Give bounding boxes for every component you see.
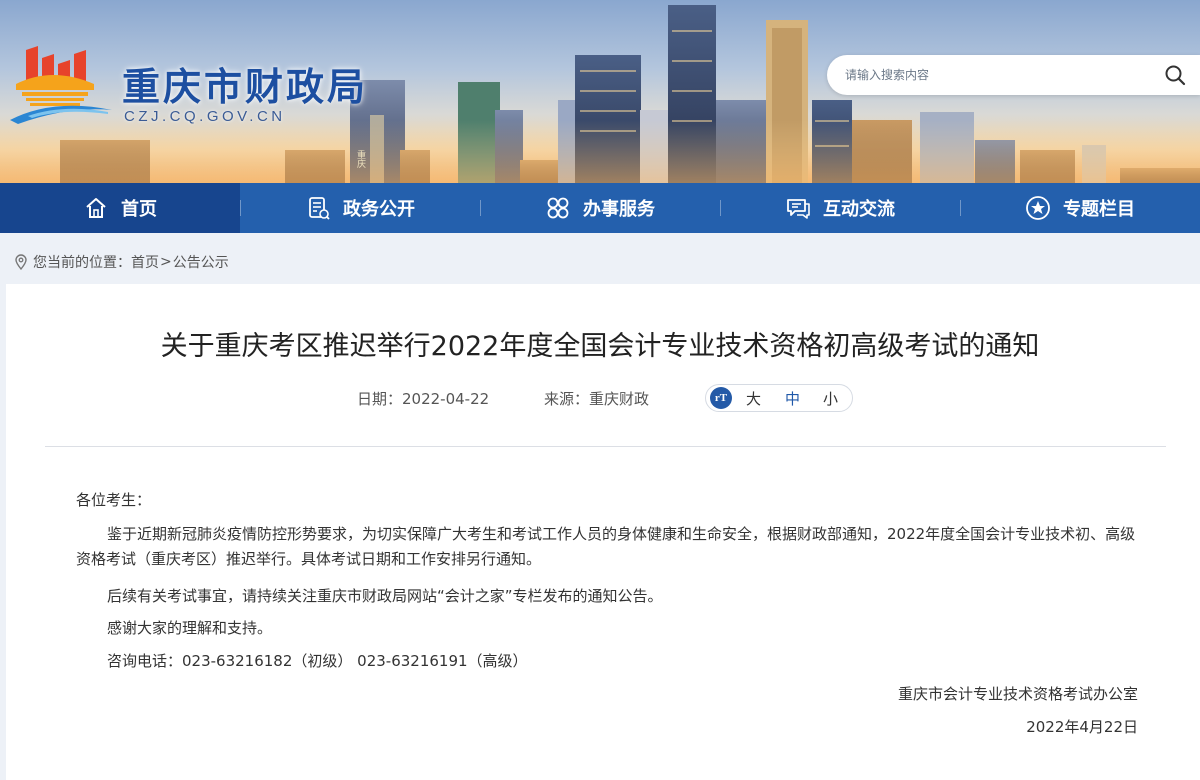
nav-item-home[interactable]: 首页 (0, 183, 240, 233)
font-size-medium-button[interactable]: 中 (785, 388, 800, 409)
svg-text:重庆: 重庆 (355, 149, 366, 169)
main-nav: 首页 政务公开 办事服务 互动交流 专题栏目 (0, 183, 1200, 233)
font-size-small-button[interactable]: 小 (823, 388, 838, 409)
search-box (827, 55, 1200, 95)
article-date: 日期：2022-04-22 (357, 390, 490, 408)
signature: 重庆市会计专业技术资格考试办公室 (897, 685, 1138, 703)
paragraph: 后续有关考试事宜，请持续关注重庆市财政局网站“会计之家”专栏发布的通知公告。 (107, 587, 663, 605)
sign-date: 2022年4月22日 (1026, 718, 1138, 736)
paragraph: 咨询电话：023-63216182（初级） 023-63216191（高级） (107, 652, 528, 670)
font-size-large-button[interactable]: 大 (746, 388, 761, 409)
nav-item-services[interactable]: 办事服务 (480, 183, 720, 233)
star-icon (1026, 196, 1050, 220)
salutation: 各位考生： (76, 491, 152, 509)
home-icon (86, 198, 106, 218)
nav-label: 专题栏目 (1063, 199, 1135, 220)
article-title: 关于重庆考区推迟举行2022年度全国会计专业技术资格初高级考试的通知 (160, 331, 1040, 362)
site-logo[interactable] (8, 44, 120, 126)
search-icon[interactable] (1164, 64, 1186, 86)
breadcrumb-current-link[interactable]: 公告公示 (173, 252, 229, 272)
nav-item-special-topics[interactable]: 专题栏目 (960, 183, 1200, 233)
article-meta: 日期：2022-04-22 来源：重庆财政 rT 大 中 小 (0, 384, 1200, 416)
nav-item-interaction[interactable]: 互动交流 (720, 183, 960, 233)
nav-label: 首页 (121, 199, 157, 220)
site-domain: CZJ.CQ.GOV.CN (124, 108, 286, 125)
nav-label: 办事服务 (583, 199, 655, 220)
divider (45, 446, 1166, 447)
site-header: 重庆 重庆市财政局 CZJ.CQ.GOV.CN (0, 0, 1200, 183)
document-icon (309, 197, 330, 220)
breadcrumb-separator: > (160, 254, 172, 270)
nav-label: 政务公开 (343, 199, 415, 220)
breadcrumb-prefix: 您当前的位置： (33, 255, 131, 271)
paragraph: 鉴于近期新冠肺炎疫情防控形势要求，为切实保障广大考生和考试工作人员的身体健康和生… (76, 525, 1136, 568)
services-icon (547, 197, 569, 219)
nav-item-government-affairs[interactable]: 政务公开 (240, 183, 480, 233)
breadcrumb: 您当前的位置： 首页 > 公告公示 (14, 252, 229, 272)
font-size-icon: rT (710, 387, 732, 409)
nav-label: 互动交流 (823, 199, 895, 220)
article-source: 来源：重庆财政 (544, 390, 650, 408)
breadcrumb-home-link[interactable]: 首页 (131, 252, 159, 272)
chat-icon (787, 199, 810, 219)
paragraph: 感谢大家的理解和支持。 (107, 619, 273, 637)
search-input[interactable] (845, 65, 1145, 85)
site-title: 重庆市财政局 (122, 65, 369, 109)
location-pin-icon (15, 254, 27, 270)
font-size-control: rT 大 中 小 (705, 384, 853, 412)
